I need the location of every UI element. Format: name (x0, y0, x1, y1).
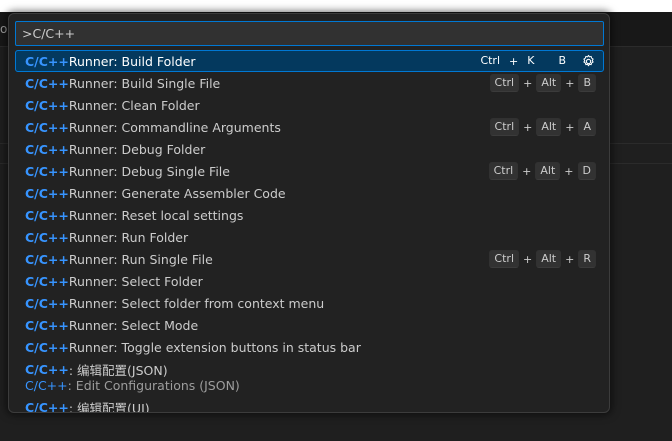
command-item[interactable]: C/C++ Runner: Clean Folder (15, 94, 604, 116)
command-label: Runner: Select Mode (68, 317, 199, 333)
keybinding-key: B (578, 74, 596, 92)
command-label: Runner: Build Folder (68, 53, 196, 69)
command-label: : 编辑配置(JSON) (68, 362, 168, 378)
keybinding-separator: + (523, 252, 533, 266)
gear-icon[interactable] (581, 54, 596, 69)
command-item[interactable]: C/C++: 编辑配置(JSON) (15, 358, 604, 380)
keybinding-key: Alt (536, 118, 562, 136)
command-match-highlight: C/C++ (25, 97, 69, 113)
keybinding-key: Alt (536, 74, 562, 92)
command-item[interactable]: C/C++: 编辑配置(UI) (15, 396, 604, 413)
command-list: C/C++ Runner: Build Folder Ctrl + K B C/C++ R… (15, 50, 604, 413)
keybinding: Ctrl + Alt + B (489, 72, 596, 94)
command-palette: >C/C++ C/C++ Runner: Build Folder Ctrl + K B… (8, 13, 610, 413)
command-item[interactable]: C/C++ Runner: Select Mode (15, 314, 604, 336)
keybinding-separator: + (523, 76, 533, 90)
command-item[interactable]: C/C++ Runner: Debug Folder (15, 138, 604, 160)
command-item[interactable]: C/C++ Runner: Select Folder (15, 270, 604, 292)
keybinding-key: A (578, 118, 596, 136)
keybinding: Ctrl + Alt + A (489, 116, 596, 138)
keybinding-key: Alt (536, 250, 562, 268)
command-match-highlight: C/C++ (25, 119, 69, 135)
keybinding: Ctrl + Alt + D (488, 160, 596, 182)
command-label: Runner: Run Single File (68, 251, 213, 267)
command-match-highlight: C/C++ (25, 75, 69, 91)
keybinding: Ctrl + K B (475, 50, 596, 72)
keybinding-key: K (527, 54, 535, 67)
command-label: Runner: Commandline Arguments (68, 119, 281, 135)
command-label: Runner: Build Single File (68, 75, 221, 91)
command-match-highlight: C/C++ (25, 273, 69, 289)
command-palette-input[interactable]: >C/C++ (15, 21, 604, 46)
command-item[interactable]: C/C++ Runner: Build Folder Ctrl + K B (15, 50, 604, 72)
command-match-highlight: C/C++ (25, 339, 69, 355)
keybinding-separator: + (565, 120, 575, 134)
command-item[interactable]: C/C++ Runner: Run Single File Ctrl + Alt + R (15, 248, 604, 270)
command-item[interactable]: C/C++ Runner: Generate Assembler Code (15, 182, 604, 204)
keybinding-key: Alt (535, 162, 561, 180)
command-match-highlight: C/C++ (25, 399, 69, 413)
command-label: Runner: Generate Assembler Code (68, 185, 286, 201)
keybinding-key: D (577, 162, 596, 180)
command-match-highlight: C/C++ (25, 207, 69, 223)
keybinding-key: Ctrl (489, 250, 519, 268)
command-match-highlight: C/C++ (25, 229, 69, 245)
keybinding-separator: + (522, 164, 532, 178)
command-label: Runner: Debug Folder (68, 141, 206, 157)
command-item[interactable]: C/C++ Runner: Build Single File Ctrl + Alt +… (15, 72, 604, 94)
keybinding-separator: + (565, 76, 575, 90)
command-label: Runner: Select Folder (68, 273, 203, 289)
keybinding-separator: + (523, 120, 533, 134)
command-match-highlight: C/C++ (25, 163, 69, 179)
keybinding-key: Ctrl (489, 118, 520, 136)
command-label: Runner: Debug Single File (68, 163, 230, 179)
command-item[interactable]: C/C++ Runner: Toggle extension buttons i… (15, 336, 604, 358)
command-label: Runner: Clean Folder (68, 97, 200, 113)
keybinding-key: Ctrl (489, 74, 520, 92)
keybinding-separator: + (509, 54, 519, 68)
command-match-highlight: C/C++ (25, 141, 69, 157)
command-item[interactable]: C/C++ Runner: Select folder from context… (15, 292, 604, 314)
command-item[interactable]: C/C++ Runner: Debug Single File Ctrl + Alt +… (15, 160, 604, 182)
command-label: Runner: Run Folder (68, 229, 189, 245)
window-top-strip (0, 0, 672, 12)
keybinding-key: R (578, 250, 596, 268)
keybinding-key: B (558, 54, 566, 67)
command-match-highlight: C/C++ (25, 251, 69, 267)
command-match-highlight: C/C++ (25, 185, 69, 201)
keybinding-separator: + (565, 252, 575, 266)
keybinding-separator: + (564, 164, 574, 178)
command-label: Runner: Toggle extension buttons in stat… (68, 339, 361, 355)
command-item[interactable]: C/C++ Runner: Commandline Arguments Ctrl +… (15, 116, 604, 138)
command-item[interactable]: C/C++ Runner: Reset local settings (15, 204, 604, 226)
command-match-highlight: C/C++ (25, 361, 69, 377)
keybinding: Ctrl + Alt + R (489, 248, 596, 270)
command-match-highlight: C/C++ (25, 53, 69, 69)
keybinding-key: Ctrl (480, 54, 501, 67)
keybinding-key: Ctrl (488, 162, 519, 180)
command-match-highlight: C/C++ (25, 317, 69, 333)
command-label: : 编辑配置(UI) (68, 400, 150, 413)
command-match-highlight: C/C++ (25, 295, 69, 311)
command-label: Runner: Reset local settings (68, 207, 244, 223)
command-item[interactable]: C/C++ Runner: Run Folder (15, 226, 604, 248)
command-label: Runner: Select folder from context menu (68, 295, 325, 311)
